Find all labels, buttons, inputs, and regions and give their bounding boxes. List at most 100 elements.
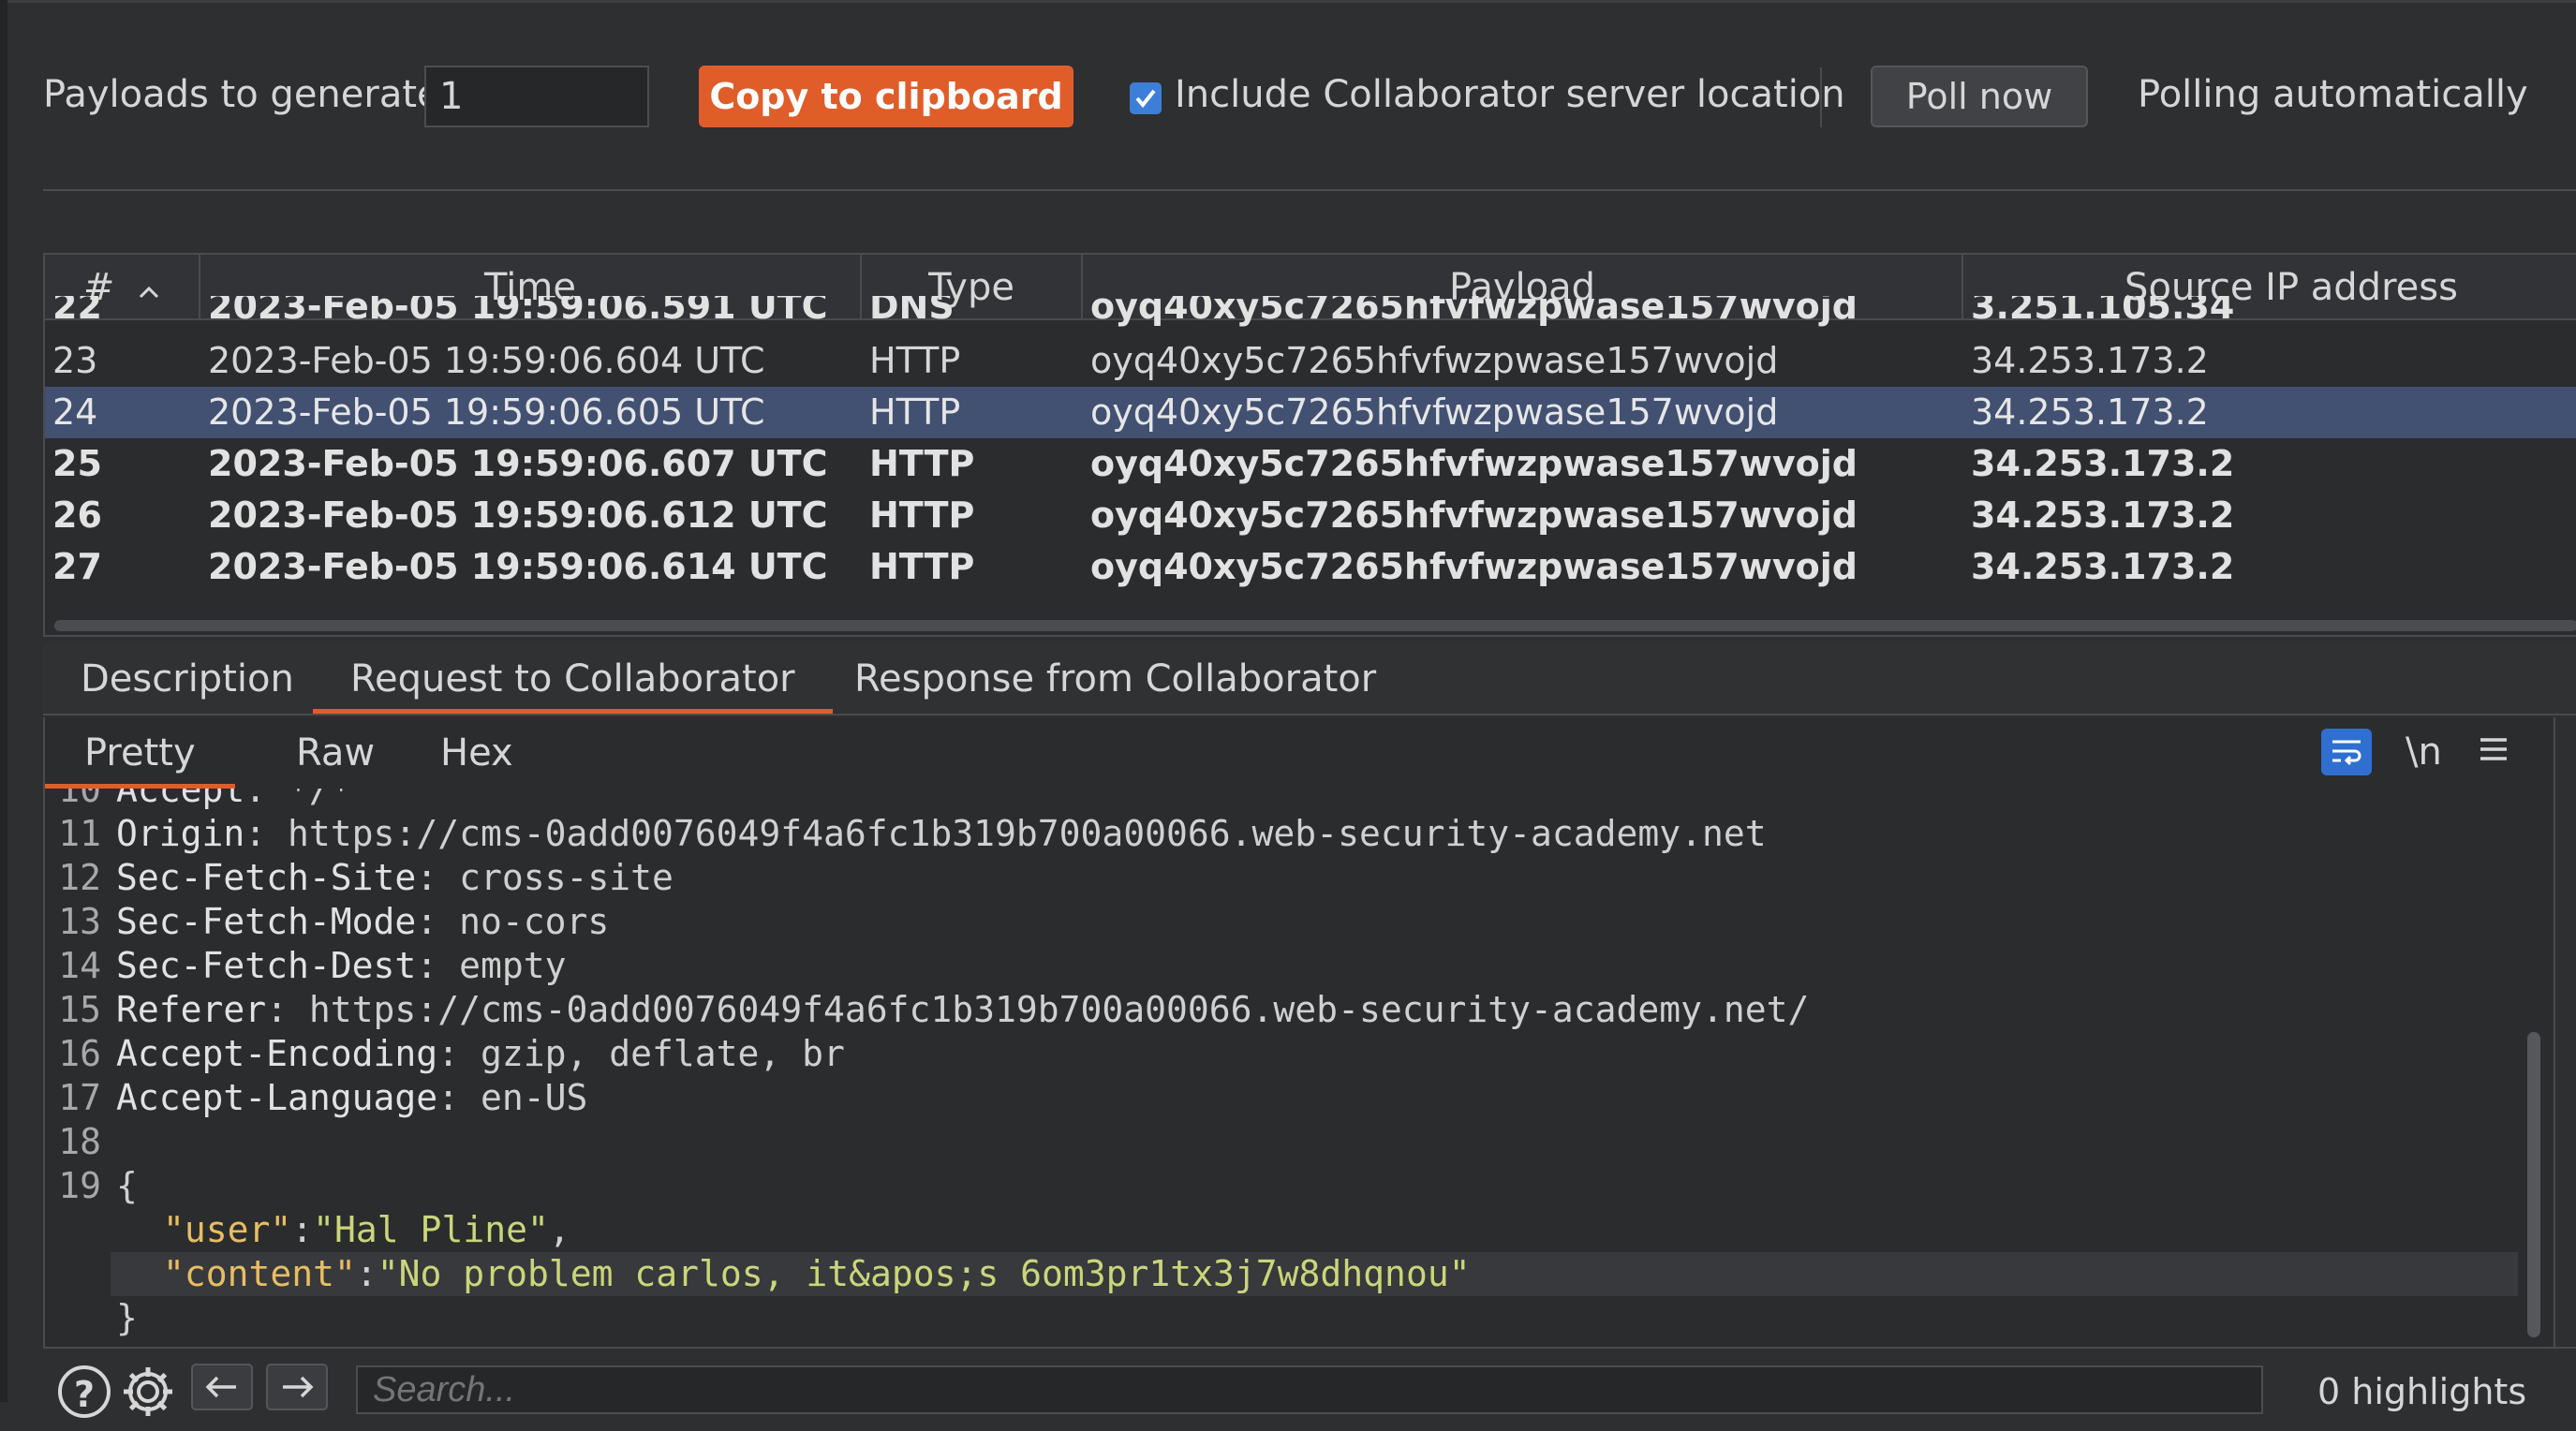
code-line: "user":"Hal Pline", [45, 1208, 2518, 1252]
code-line: } [45, 1296, 2518, 1340]
cell-time: 2023-Feb-05 19:59:06.591 UTC [208, 296, 828, 327]
code-line: 12 Sec-Fetch-Site: cross-site [45, 856, 2518, 900]
json-value: "No problem carlos, it&apos;s 6om3pr1tx3… [377, 1253, 1471, 1294]
json-separator: : [355, 1253, 378, 1294]
cell-payload: oyq40xy5c7265hfvfwzpwase157wvojd [1090, 340, 1779, 381]
json-close-brace: } [116, 1297, 138, 1338]
cell-payload: oyq40xy5c7265hfvfwzpwase157wvojd [1090, 546, 1858, 587]
json-trailing: , [548, 1209, 570, 1250]
table-row-selected[interactable]: 24 2023-Feb-05 19:59:06.605 UTC HTTP oyq… [45, 387, 2576, 438]
cell-number: 27 [52, 546, 102, 587]
line-number: 13 [58, 901, 101, 942]
table-row[interactable]: 26 2023-Feb-05 19:59:06.612 UTC HTTP oyq… [45, 490, 2576, 541]
tab-description[interactable]: Description [43, 644, 332, 714]
poll-now-button[interactable]: Poll now [1871, 66, 2088, 127]
menu-icon[interactable] [2477, 732, 2510, 775]
horizontal-scrollbar-thumb[interactable] [54, 620, 2576, 631]
request-body[interactable]: 10 Accept: */* 11 Origin: https://cms-0add… [45, 789, 2518, 1347]
word-wrap-icon[interactable] [2321, 729, 2372, 775]
top-separator [7, 0, 2576, 3]
interactions-table: # Time Type Payload Source IP address 22… [43, 253, 2576, 637]
payload-count-input[interactable] [424, 66, 649, 127]
header-value: empty [459, 945, 567, 986]
subtab-pretty[interactable]: Pretty [45, 717, 235, 789]
search-input[interactable] [356, 1365, 2263, 1414]
code-line: 10 Accept: */* [45, 789, 2518, 812]
header-value: en-US [480, 1077, 588, 1118]
previous-match-button[interactable] [191, 1364, 253, 1410]
cell-payload: oyq40xy5c7265hfvfwzpwase157wvojd [1090, 391, 1779, 433]
line-number: 17 [58, 1077, 101, 1118]
show-newlines-icon[interactable]: \n [2406, 730, 2442, 774]
cell-time: 2023-Feb-05 19:59:06.612 UTC [208, 494, 828, 536]
line-number: 10 [58, 789, 101, 810]
code-line: 18 [45, 1120, 2518, 1164]
header-value: https://cms-0add0076049f4a6fc1b319b700a0… [288, 813, 1767, 854]
table-row[interactable]: 23 2023-Feb-05 19:59:06.604 UTC HTTP oyq… [45, 335, 2576, 387]
json-key: "content" [163, 1253, 356, 1294]
cell-number: 26 [52, 494, 102, 536]
header-value: gzip, deflate, br [480, 1033, 845, 1074]
code-line: 15 Referer: https://cms-0add0076049f4a6fc… [45, 988, 2518, 1032]
cell-type: HTTP [869, 443, 975, 484]
json-separator: : [291, 1209, 314, 1250]
cell-number: 23 [52, 340, 98, 381]
help-icon[interactable]: ? [58, 1365, 111, 1418]
cell-type: HTTP [869, 494, 975, 536]
next-match-button[interactable] [266, 1364, 328, 1410]
line-number: 15 [58, 989, 101, 1030]
polling-status: Polling automatically [2138, 73, 2528, 116]
gear-icon[interactable] [118, 1362, 178, 1431]
table-row[interactable]: 25 2023-Feb-05 19:59:06.607 UTC HTTP oyq… [45, 438, 2576, 490]
header-value: no-cors [459, 901, 610, 942]
header-value: cross-site [459, 857, 674, 898]
vertical-scrollbar-thumb[interactable] [2527, 1032, 2540, 1337]
table-row[interactable]: 22 2023-Feb-05 19:59:06.591 UTC DNS oyq4… [45, 296, 2576, 335]
include-server-location-checkbox[interactable] [1130, 82, 1162, 114]
header-name: Accept-Encoding [116, 1033, 438, 1074]
payloads-to-generate-label: Payloads to generate: [43, 73, 453, 116]
line-number: 11 [58, 813, 101, 854]
line-number: 12 [58, 857, 101, 898]
cell-source-ip: 34.253.173.2 [1971, 391, 2209, 433]
toolbar-divider [1820, 67, 1822, 127]
line-number: 18 [58, 1121, 101, 1162]
line-number: 19 [58, 1165, 101, 1206]
header-name: Sec-Fetch-Site [116, 857, 417, 898]
arrow-left-icon [205, 1376, 236, 1398]
tab-response-from-collaborator[interactable]: Response from Collaborator [817, 644, 1414, 714]
detail-tab-bar: Description Request to Collaborator Resp… [43, 644, 2576, 716]
code-line: 13 Sec-Fetch-Mode: no-cors [45, 900, 2518, 944]
line-number: 14 [58, 945, 101, 986]
include-server-location-label[interactable]: Include Collaborator server location [1175, 73, 1845, 116]
header-name: Accept-Language [116, 1077, 438, 1118]
header-name: Referer [116, 989, 267, 1030]
json-open-brace: { [116, 1165, 138, 1206]
cell-type: DNS [869, 296, 955, 327]
json-key: "user" [163, 1209, 292, 1250]
cell-number: 22 [52, 296, 102, 327]
request-editor: Pretty Raw Hex \n 10 Accept: */* 11 Origin… [43, 717, 2552, 1347]
subtab-hex[interactable]: Hex [401, 717, 553, 789]
cell-source-ip: 34.253.173.2 [1971, 494, 2235, 536]
json-value: "Hal Pline" [313, 1209, 549, 1250]
header-name: Sec-Fetch-Mode [116, 901, 417, 942]
toolbar-divider-line [43, 189, 2576, 191]
cell-type: HTTP [869, 391, 961, 433]
code-line: 17 Accept-Language: en-US [45, 1076, 2518, 1120]
cell-source-ip: 34.253.173.2 [1971, 340, 2209, 381]
cell-payload: oyq40xy5c7265hfvfwzpwase157wvojd [1090, 443, 1858, 484]
cell-time: 2023-Feb-05 19:59:06.614 UTC [208, 546, 828, 587]
header-value: */* [288, 789, 352, 810]
table-row[interactable]: 27 2023-Feb-05 19:59:06.614 UTC HTTP oyq… [45, 541, 2576, 593]
subtab-raw[interactable]: Raw [257, 717, 414, 789]
editor-view-tabs: Pretty Raw Hex \n [45, 717, 2554, 789]
header-name: Origin [116, 813, 245, 854]
code-line-highlighted: "content":"No problem carlos, it&apos;s … [111, 1252, 2518, 1296]
cell-type: HTTP [869, 340, 961, 381]
line-number: 16 [58, 1033, 101, 1074]
copy-to-clipboard-button[interactable]: Copy to clipboard [699, 66, 1073, 127]
tab-request-to-collaborator[interactable]: Request to Collaborator [313, 644, 833, 714]
code-line: 19 { [45, 1164, 2518, 1208]
header-name: Sec-Fetch-Dest [116, 945, 417, 986]
